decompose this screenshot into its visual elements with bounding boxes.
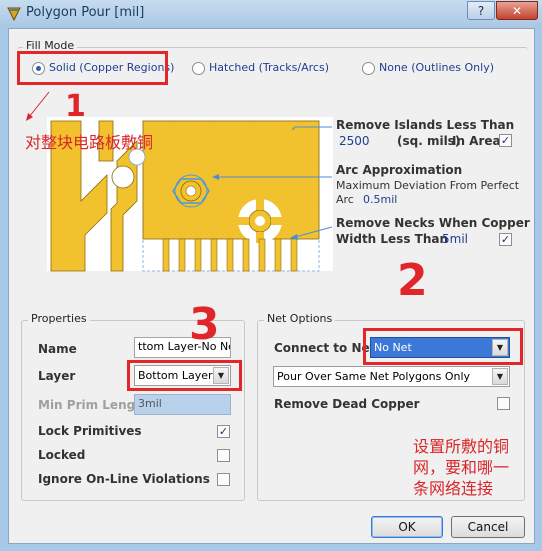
close-button[interactable]: ✕	[496, 1, 538, 20]
locked-checkbox[interactable]	[217, 449, 230, 462]
annotation-note-1: 对整块电路板敷铜	[25, 133, 154, 152]
locked-label: Locked	[38, 448, 86, 462]
annotation-number-1: 1	[65, 89, 86, 124]
lock-primitives-label: Lock Primitives	[38, 424, 142, 438]
min-prim-field[interactable]: 3mil	[134, 394, 231, 415]
dialog-window: Polygon Pour [mil] ? ✕ Fill Mode Solid (…	[0, 0, 542, 551]
necks-checkbox[interactable]: ✓	[499, 233, 512, 246]
arc-value[interactable]: 0.5mil	[363, 193, 397, 206]
app-icon	[7, 7, 21, 22]
arc-description: Maximum Deviation From Perfect	[336, 179, 520, 192]
annotation-note-2-line1: 设置所敷的铜	[413, 437, 510, 456]
annotation-box-layer	[127, 360, 242, 391]
annotation-box-net	[363, 328, 523, 365]
lock-primitives-checkbox[interactable]: ✓	[217, 425, 230, 438]
cancel-button[interactable]: Cancel	[451, 516, 525, 538]
ok-button[interactable]: OK	[371, 516, 443, 538]
islands-heading: Remove Islands Less Than	[336, 118, 515, 132]
pour-mode-select[interactable]: Pour Over Same Net Polygons Only ▼	[273, 366, 510, 387]
arc-heading: Arc Approximation	[336, 163, 463, 177]
islands-checkbox[interactable]: ✓	[499, 134, 512, 147]
name-label: Name	[38, 342, 77, 356]
title-bar[interactable]: Polygon Pour [mil] ? ✕	[0, 0, 542, 28]
annotation-note-2-line3: 条网络连接	[413, 479, 494, 498]
ignore-violations-label: Ignore On-Line Violations	[38, 472, 210, 486]
annotation-number-3: 3	[189, 299, 220, 350]
window-title: Polygon Pour [mil]	[26, 5, 145, 20]
remove-dead-copper-label: Remove Dead Copper	[274, 397, 420, 411]
chevron-down-icon[interactable]: ▼	[492, 368, 508, 385]
pour-mode-value: Pour Over Same Net Polygons Only	[277, 370, 471, 383]
properties-group-label: Properties	[28, 312, 90, 325]
necks-heading-line2: Width Less Than	[336, 232, 449, 246]
necks-heading: Remove Necks When Copper	[336, 216, 530, 230]
islands-suffix: In Area	[452, 134, 501, 148]
dialog-client: Fill Mode Solid (Copper Regions) Hatched…	[8, 28, 535, 544]
layer-label: Layer	[38, 369, 76, 383]
remove-dead-copper-checkbox[interactable]	[497, 397, 510, 410]
islands-unit: (sq. mils)	[397, 134, 461, 148]
islands-value[interactable]: 2500	[339, 134, 370, 148]
arc-prefix: Arc	[336, 193, 354, 206]
help-button[interactable]: ?	[467, 1, 495, 20]
net-options-group-label: Net Options	[264, 312, 336, 325]
annotation-note-2: 设置所敷的铜 网，要和哪一 条网络连接	[413, 436, 509, 499]
ignore-violations-checkbox[interactable]	[217, 473, 230, 486]
necks-value[interactable]: 5mil	[442, 232, 468, 246]
min-prim-label: Min Prim Length	[38, 398, 150, 412]
connect-to-net-label: Connect to Net	[274, 341, 376, 355]
annotation-note-2-line2: 网，要和哪一	[413, 458, 510, 477]
annotation-number-2: 2	[397, 255, 428, 306]
